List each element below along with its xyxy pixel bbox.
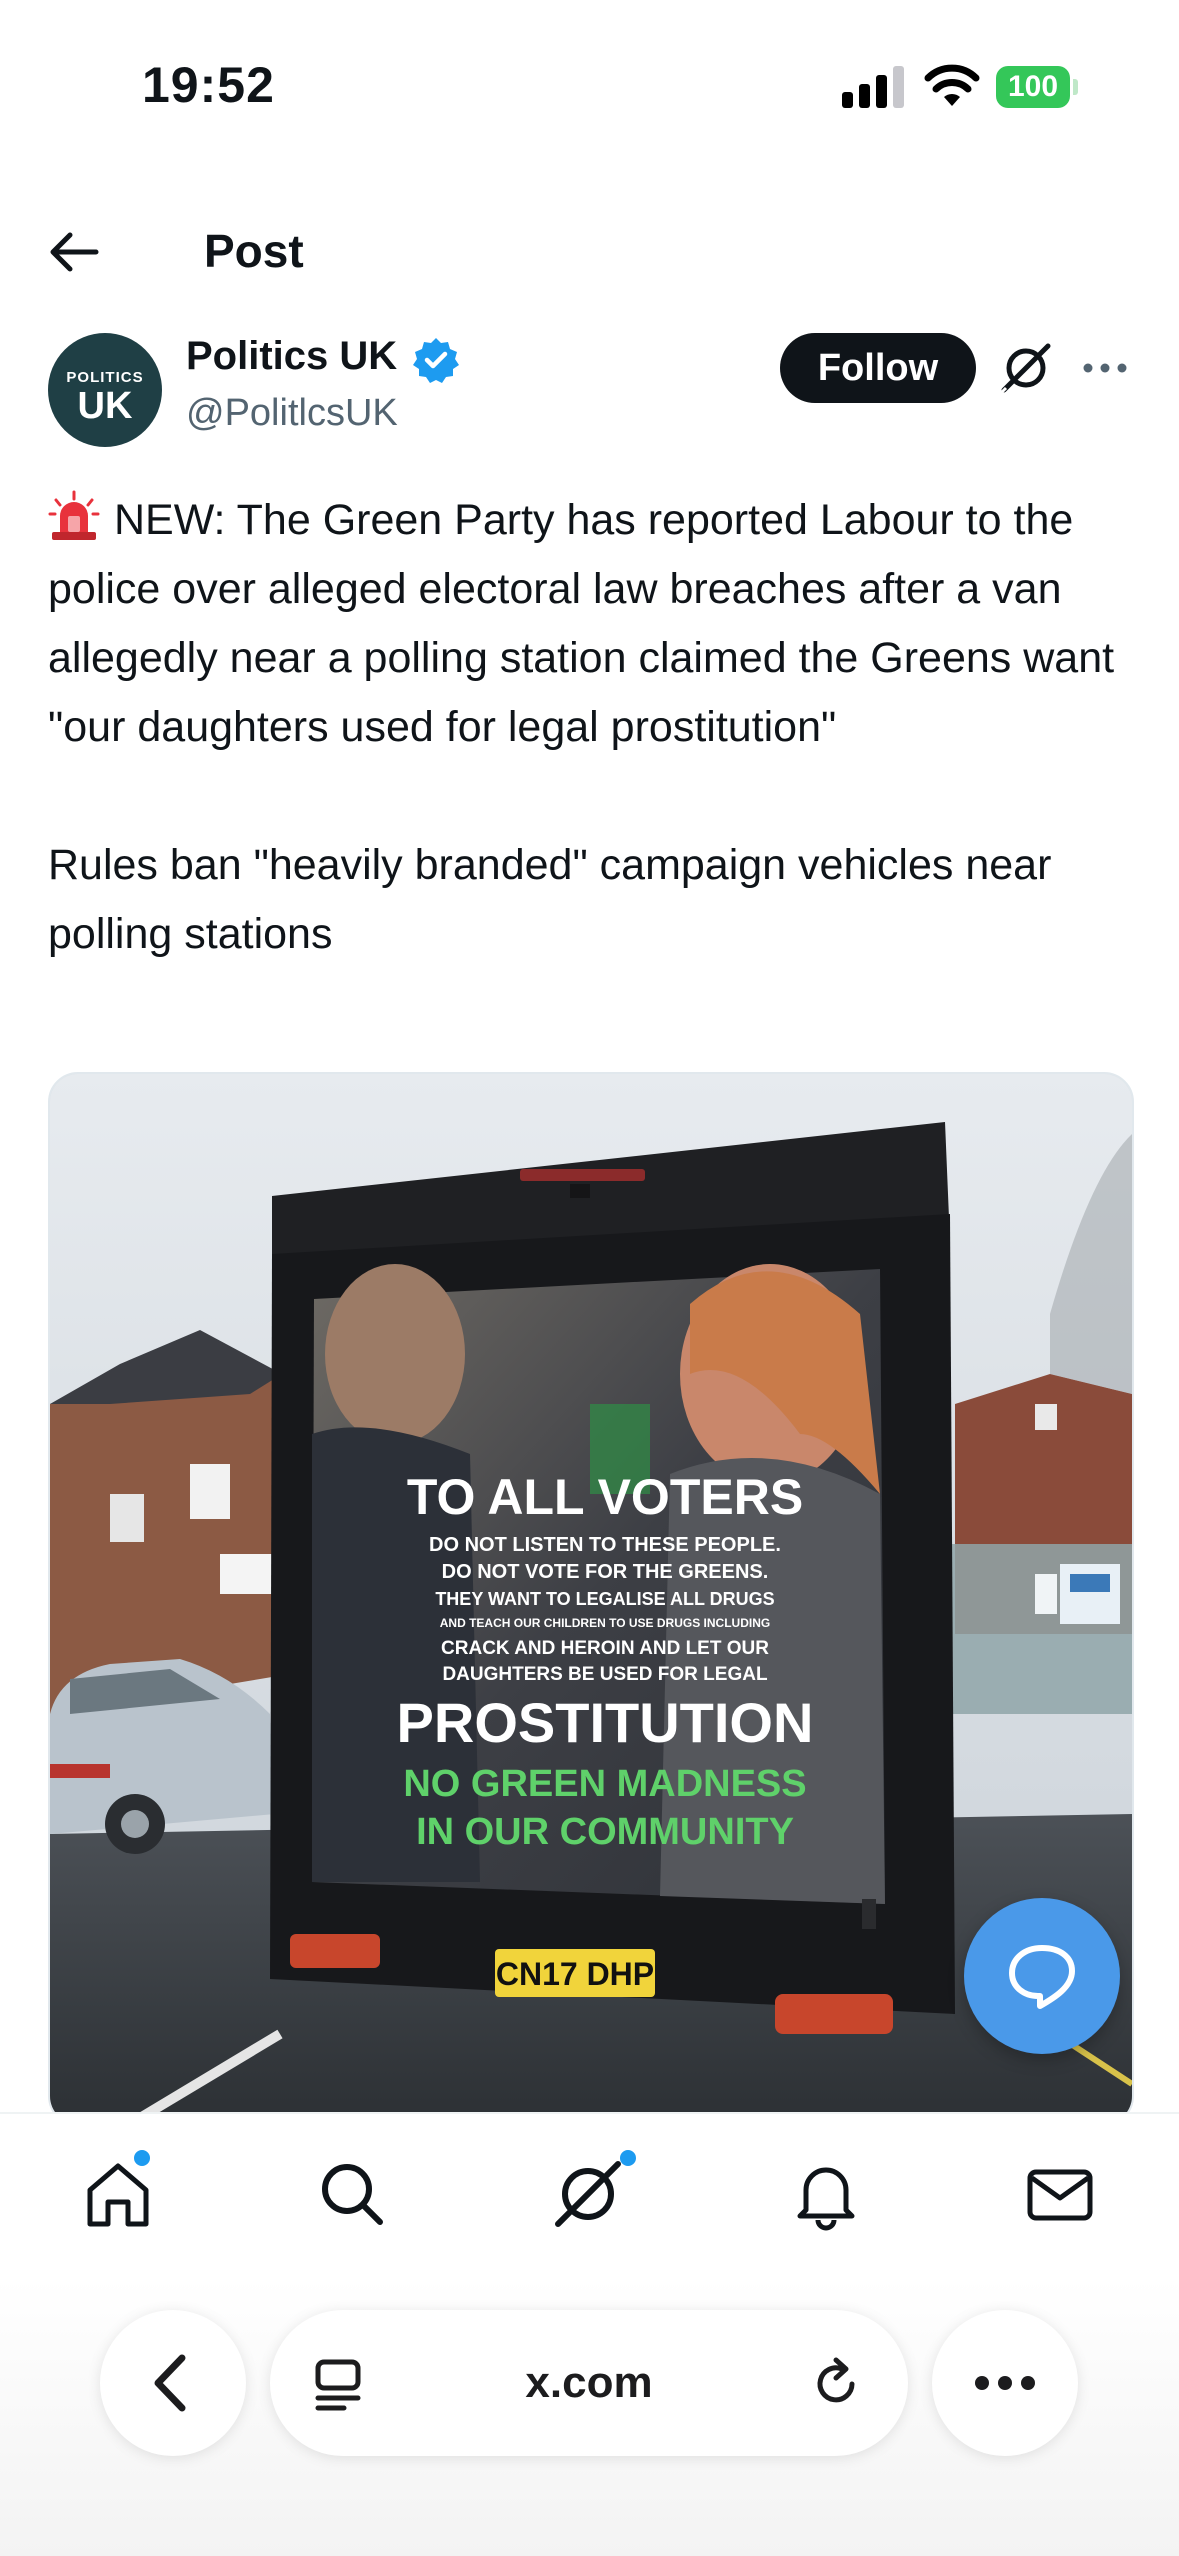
messages-icon[interactable] [1020,2154,1100,2234]
billboard-big-word: PROSTITUTION [397,1691,814,1754]
cellular-signal-icon [842,66,904,108]
post-header: Post [0,200,1179,300]
author-name[interactable]: Politics UK [186,334,397,379]
avatar[interactable]: POLITICS UK [48,333,162,447]
wifi-icon [924,64,980,106]
billboard-line-1: DO NOT LISTEN TO THESE PEOPLE. [429,1534,781,1556]
bottom-nav [0,2112,1179,2278]
status-bar: 19:52 100 [0,0,1179,160]
verified-badge-icon [413,338,459,383]
billboard-green-line-1: NO GREEN MADNESS [403,1763,806,1805]
status-time: 19:52 [142,57,275,113]
avatar-text-main: UK [77,385,133,427]
post-text: NEW: The Green Party has reported Labour… [48,486,1138,969]
post-paragraph-1: NEW: The Green Party has reported Labour… [48,486,1138,762]
search-icon[interactable] [312,2154,392,2234]
notifications-icon[interactable] [786,2154,866,2234]
van-light-left [290,1934,380,1968]
billboard-line-2: DO NOT VOTE FOR THE GREENS. [442,1561,769,1583]
browser-toolbar: x.com [0,2278,1179,2556]
billboard-line-4: AND TEACH OUR CHILDREN TO USE DRUGS INCL… [440,1616,770,1630]
battery-level: 100 [1007,70,1059,103]
reload-icon[interactable] [806,2354,866,2414]
arrow-left-icon[interactable] [40,222,110,282]
number-plate-text: CN17 DHP [496,1956,654,1992]
address-bar[interactable]: x.com [270,2310,908,2456]
polling-sign [1070,1574,1110,1592]
billboard-green-line-2: IN OUR COMMUNITY [416,1811,794,1853]
billboard-line-3: THEY WANT TO LEGALISE ALL DRUGS [435,1589,774,1609]
compose-chat-button[interactable] [964,1898,1120,2054]
grok-icon[interactable] [998,340,1054,396]
home-notification-dot [134,2150,150,2166]
more-icon[interactable] [1080,346,1130,390]
browser-more-button[interactable] [932,2310,1078,2456]
billboard-man [325,1264,465,1444]
author-handle[interactable]: @PolitlcsUK [186,392,398,435]
billboard-headline: TO ALL VOTERS [407,1469,803,1525]
follow-button[interactable]: Follow [780,333,976,403]
page-title: Post [204,225,304,277]
browser-back-button[interactable] [100,2310,246,2456]
siren-icon [48,490,100,540]
post-paragraph-1-text: NEW: The Green Party has reported Labour… [48,496,1115,751]
battery-indicator: 100 [996,66,1078,108]
chat-bubble-icon [1009,1945,1075,2009]
chevron-left-icon [154,2354,186,2412]
more-icon [975,2376,1035,2390]
avatar-text-top: POLITICS [66,369,144,386]
home-icon[interactable] [78,2154,158,2234]
post-paragraph-2: Rules ban "heavily branded" campaign veh… [48,841,1052,958]
billboard-line-5: CRACK AND HEROIN AND LET OUR [441,1638,769,1659]
billboard-line-6: DAUGHTERS BE USED FOR LEGAL [442,1664,768,1685]
grok-icon[interactable] [548,2154,628,2234]
van-light-right [775,1994,893,2034]
grok-notification-dot [620,2150,636,2166]
